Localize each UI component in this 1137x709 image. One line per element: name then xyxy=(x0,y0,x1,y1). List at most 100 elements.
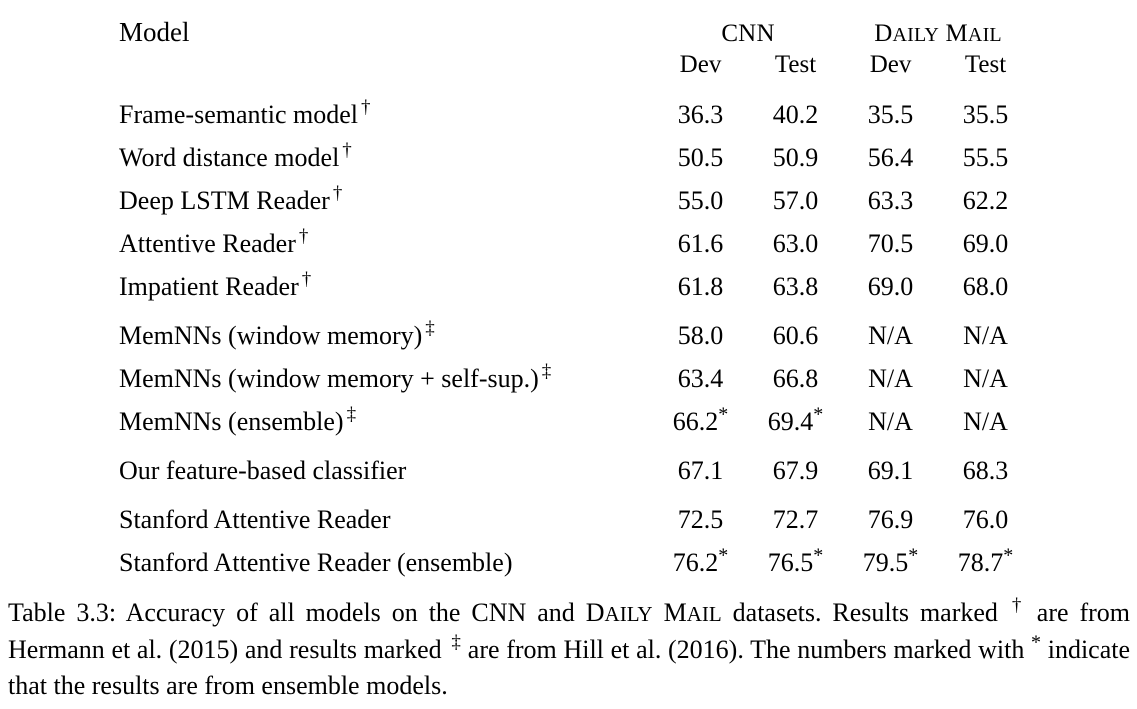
cnn-label: CNN xyxy=(721,20,775,47)
cell-model: Attentive Reader † xyxy=(119,226,309,258)
cell-cnn-dev: 67.1 xyxy=(677,456,724,485)
footnote-marker: ‡ xyxy=(425,318,435,340)
cell-model: Stanford Attentive Reader (ensemble) xyxy=(105,541,653,587)
footnote-marker: † xyxy=(360,97,371,119)
column-header-dm-test: Test xyxy=(964,51,1007,78)
cell-model: Deep LSTM Reader † xyxy=(119,183,343,215)
cell-cnn-dev: 50.5 xyxy=(677,143,724,172)
dagger-icon: † xyxy=(1011,595,1026,617)
caption-middle: datasets. Results marked xyxy=(721,598,1009,627)
cell-dm-dev: 70.5 xyxy=(867,229,914,258)
cell-cnn-dev: 61.6 xyxy=(677,229,724,258)
footnote-marker xyxy=(406,453,409,474)
cell-cnn-test: 66.8 xyxy=(772,364,819,393)
table-row: Our feature-based classifier 67.1 67.9 6… xyxy=(105,446,1033,495)
table-row: MemNNs (window memory) ‡ 58.0 60.6 N/A N/… xyxy=(105,311,1033,357)
footnote-marker xyxy=(390,502,393,523)
table-row: Deep LSTM Reader † 55.0 57.0 63.3 62.2 xyxy=(105,179,1033,222)
cell-dm-test: 69.0 xyxy=(962,229,1009,258)
asterisk-icon: * xyxy=(1031,631,1042,654)
cell-model: MemNNs (window memory) ‡ xyxy=(119,318,435,350)
table-row: Frame-semantic model † 36.3 40.2 35.5 35.… xyxy=(105,90,1033,136)
cell-dm-dev: 35.5 xyxy=(867,100,914,129)
cell-model: Our feature-based classifier xyxy=(105,446,653,495)
footnote-marker: † xyxy=(301,269,312,291)
cell-dm-test: N/A xyxy=(963,364,1008,393)
table-row: Stanford Attentive Reader 72.5 72.7 76.9… xyxy=(105,495,1033,541)
cell-cnn-dev: 58.0 xyxy=(677,321,724,350)
daily-mail-label: DAILY MAIL xyxy=(874,20,1002,47)
results-table-container: Model CNN DAILY MAIL Dev Test Dev Test F… xyxy=(105,8,1033,587)
page-root: Model CNN DAILY MAIL Dev Test Dev Test F… xyxy=(0,0,1137,709)
column-group-header-daily-mail: DAILY MAIL xyxy=(843,8,1033,51)
caption-prefix: Table 3.3: Accuracy of all models on the… xyxy=(8,598,586,627)
cell-cnn-dev: 72.5 xyxy=(677,505,724,534)
column-group-header-cnn: CNN xyxy=(653,8,843,51)
cell-dm-dev: 69.1 xyxy=(867,456,914,485)
cell-cnn-dev: 55.0 xyxy=(677,186,724,215)
table-row: Impatient Reader † 61.8 63.8 69.0 68.0 xyxy=(105,265,1033,311)
column-header-dm-dev: Dev xyxy=(869,51,912,78)
cell-dm-test: 55.5 xyxy=(962,143,1009,172)
column-header-cnn-dev: Dev xyxy=(679,51,722,78)
cell-cnn-test: 57.0 xyxy=(772,186,819,215)
cell-model: Word distance model † xyxy=(119,140,352,172)
cell-cnn-test: 60.6 xyxy=(772,321,819,350)
table-header: Model CNN DAILY MAIL Dev Test Dev Test xyxy=(105,8,1033,90)
table-body: Frame-semantic model † 36.3 40.2 35.5 35.… xyxy=(105,90,1033,587)
column-header-cnn-test: Test xyxy=(774,51,817,78)
cell-cnn-dev: 36.3 xyxy=(677,100,724,129)
cell-dm-test: N/A xyxy=(963,321,1008,350)
cell-model: Frame-semantic model † xyxy=(119,97,371,129)
cell-cnn-dev: 66.2* xyxy=(672,403,729,436)
cell-dm-test: 62.2 xyxy=(962,186,1009,215)
cell-model: MemNNs (window memory + self-sup.) ‡ xyxy=(119,361,552,393)
double-dagger-icon: ‡ xyxy=(451,632,462,654)
cell-cnn-dev: 61.8 xyxy=(677,272,724,301)
cell-dm-dev: 76.9 xyxy=(867,505,914,534)
cell-cnn-test: 76.5* xyxy=(767,544,824,577)
footnote-marker xyxy=(512,545,515,566)
cell-dm-test: 68.0 xyxy=(962,272,1009,301)
table-row: Word distance model † 50.5 50.9 56.4 55.5 xyxy=(105,136,1033,179)
cell-cnn-test: 67.9 xyxy=(772,456,819,485)
cell-dm-test: 78.7* xyxy=(957,544,1014,577)
footnote-marker: † xyxy=(332,183,343,205)
table-caption: Table 3.3: Accuracy of all models on the… xyxy=(8,595,1130,704)
cell-dm-dev: N/A xyxy=(868,321,913,350)
table-row: Attentive Reader † 61.6 63.0 70.5 69.0 xyxy=(105,222,1033,265)
footnote-marker: † xyxy=(298,226,309,248)
cell-cnn-dev: 76.2* xyxy=(672,544,729,577)
cell-cnn-test: 63.8 xyxy=(772,272,819,301)
cell-model: Stanford Attentive Reader xyxy=(105,495,653,541)
table-row: MemNNs (window memory + self-sup.) ‡ 63.4… xyxy=(105,357,1033,400)
caption-daily-mail-label: DAILY MAIL xyxy=(585,598,722,627)
cell-dm-test: 76.0 xyxy=(962,505,1009,534)
table-row: MemNNs (ensemble) ‡ 66.2* 69.4* N/A N/A xyxy=(105,400,1033,446)
table-header-group-row: Model CNN DAILY MAIL xyxy=(105,8,1033,51)
cell-cnn-test: 72.7 xyxy=(772,505,819,534)
cell-cnn-test: 40.2 xyxy=(772,100,819,129)
cell-model: Impatient Reader † xyxy=(119,269,312,301)
cell-dm-dev: N/A xyxy=(868,407,913,436)
cell-model: MemNNs (ensemble) ‡ xyxy=(119,404,357,436)
footnote-marker: ‡ xyxy=(346,404,357,426)
cell-dm-dev: N/A xyxy=(868,364,913,393)
footnote-marker: ‡ xyxy=(541,361,552,383)
cell-cnn-dev: 63.4 xyxy=(677,364,724,393)
cell-cnn-test: 69.4* xyxy=(767,403,824,436)
cell-dm-dev: 56.4 xyxy=(867,143,914,172)
cell-cnn-test: 63.0 xyxy=(772,229,819,258)
column-header-model: Model xyxy=(119,17,190,47)
cell-dm-dev: 63.3 xyxy=(867,186,914,215)
caption-after-ddagger: are from Hill et al. (2016). The numbers… xyxy=(461,635,1032,664)
cell-dm-test: 68.3 xyxy=(962,456,1009,485)
footnote-marker: † xyxy=(342,140,352,162)
cell-cnn-test: 50.9 xyxy=(772,143,819,172)
cell-dm-dev: 79.5* xyxy=(862,544,919,577)
results-table: Model CNN DAILY MAIL Dev Test Dev Test F… xyxy=(105,8,1033,587)
cell-dm-dev: 69.0 xyxy=(867,272,914,301)
table-row: Stanford Attentive Reader (ensemble) 76.… xyxy=(105,541,1033,587)
cell-dm-test: N/A xyxy=(963,407,1008,436)
cell-dm-test: 35.5 xyxy=(962,100,1009,129)
